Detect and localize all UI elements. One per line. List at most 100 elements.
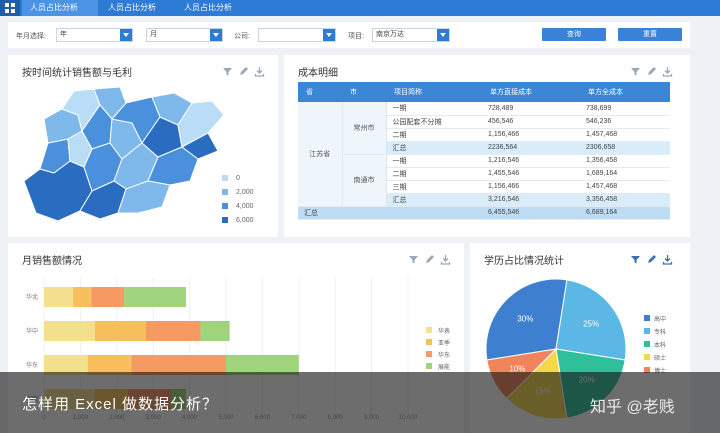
project-cell: 一期	[386, 102, 482, 116]
project-cell: 二期	[386, 167, 482, 181]
full-cost-cell: 1,689,164	[580, 167, 670, 181]
reset-button[interactable]: 重置	[618, 28, 682, 41]
legend-label: 6,000	[236, 216, 254, 224]
legend-swatch	[222, 217, 228, 223]
chevron-down-icon	[120, 29, 132, 41]
direct-cost-cell: 6,455,546	[482, 206, 580, 220]
edit-icon[interactable]	[424, 252, 435, 263]
province-cell: 江苏省	[298, 102, 343, 207]
bar-segment[interactable]	[200, 321, 230, 341]
legend-swatch	[426, 363, 432, 369]
table-row-total: 汇总 6,455,546 6,689,164	[298, 206, 670, 220]
legend-item: 0	[222, 171, 254, 185]
legend-swatch	[644, 354, 650, 360]
bar-segment[interactable]	[91, 287, 125, 307]
direct-cost-cell: 456,546	[482, 115, 580, 129]
company-select[interactable]	[258, 28, 336, 42]
edit-icon[interactable]	[646, 252, 657, 263]
city-cell: 常州市	[342, 102, 387, 155]
project-select-value: 南京万达	[376, 31, 404, 38]
year-select[interactable]: 年	[56, 28, 133, 42]
export-icon[interactable]	[662, 64, 673, 77]
category-label: 华东	[26, 361, 38, 369]
legend-label: 华东	[438, 351, 450, 359]
full-cost-cell: 546,236	[580, 115, 670, 129]
full-cost-cell: 3,356,458	[580, 193, 670, 207]
legend-label: 高中	[654, 315, 666, 323]
col-header-full-cost: 单方全成本	[580, 82, 670, 102]
col-header-project: 项目简称	[386, 82, 482, 102]
bar-panel-title: 月销售额情况	[22, 256, 82, 267]
export-icon[interactable]	[662, 252, 673, 265]
direct-cost-cell: 2236,564	[482, 141, 580, 155]
category-label: 华中	[26, 327, 38, 335]
city-cell: 南通市	[342, 154, 387, 207]
direct-cost-cell: 728,489	[482, 102, 580, 116]
month-select[interactable]: 月	[146, 28, 223, 42]
year-select-value: 年	[60, 31, 67, 38]
legend-swatch	[222, 189, 228, 195]
project-cell: 三期	[386, 180, 482, 194]
bar-segment[interactable]	[124, 287, 186, 307]
tab-personnel-1[interactable]: 人员占比分析	[22, 0, 98, 16]
map-panel-tools	[222, 64, 265, 77]
project-cell: 二期	[386, 128, 482, 142]
project-cell: 公园配套不分摊	[386, 115, 482, 129]
filter-bar: 年月选择: 年 月 公司: 项目: 南京万达 查询 重置	[8, 22, 690, 48]
export-icon[interactable]	[440, 252, 451, 265]
filter-icon[interactable]	[408, 252, 419, 264]
tab-personnel-2[interactable]: 人员占比分析	[100, 0, 176, 16]
total-label-cell: 汇总	[298, 206, 482, 220]
project-cell: 一期	[386, 154, 482, 168]
legend-label: 0	[236, 174, 240, 182]
col-header-city: 市	[342, 82, 386, 102]
filter-icon[interactable]	[630, 64, 641, 76]
legend-label: 华表	[438, 327, 450, 335]
cost-panel-title: 成本明细	[298, 68, 338, 79]
legend-swatch	[426, 351, 432, 357]
legend-label: 2,000	[236, 188, 254, 196]
cost-table: 省 市 项目简称 单方直接成本 单方全成本 江苏省 常州市 一期 728,489…	[298, 82, 670, 220]
project-label: 项目:	[348, 33, 364, 40]
col-header-province: 省	[298, 82, 342, 102]
project-cell: 汇总	[386, 193, 482, 207]
slice-value-label: 30%	[517, 314, 533, 323]
pie-panel-tools	[630, 252, 673, 265]
query-button[interactable]: 查询	[542, 28, 606, 41]
filter-icon[interactable]	[222, 64, 233, 76]
province-map	[23, 86, 225, 222]
col-header-direct-cost: 单方直接成本	[482, 82, 580, 102]
direct-cost-cell: 3,216,546	[482, 193, 580, 207]
full-cost-cell: 1,457,468	[580, 180, 670, 194]
caption-text: 怎样用 Excel 做数据分析？	[22, 396, 219, 413]
legend-swatch	[644, 341, 650, 347]
bar-segment[interactable]	[94, 321, 146, 341]
legend-item: 6,000	[222, 213, 254, 227]
bar-segment[interactable]	[145, 321, 201, 341]
export-icon[interactable]	[254, 64, 265, 77]
full-cost-cell: 2306,658	[580, 141, 670, 155]
month-select-value: 月	[150, 31, 157, 38]
bar-segment[interactable]	[44, 287, 74, 307]
legend-swatch	[426, 339, 432, 345]
legend-swatch	[644, 328, 650, 334]
map-panel-title: 按时间统计销售额与毛利	[22, 68, 132, 79]
full-cost-cell: 6,689,164	[580, 206, 670, 220]
table-row: 江苏省 常州市 一期 728,489 738,699	[298, 102, 670, 207]
edit-icon[interactable]	[238, 64, 249, 75]
company-label: 公司:	[234, 33, 250, 40]
map-panel: 按时间统计销售额与毛利 0 2,000 4,000 6,000	[8, 55, 278, 237]
tab-personnel-3[interactable]: 人员占比分析	[176, 0, 252, 16]
legend-label: 硕士	[654, 354, 666, 362]
edit-icon[interactable]	[646, 64, 657, 75]
filter-icon[interactable]	[630, 252, 641, 264]
app-grid-button[interactable]	[0, 0, 20, 16]
full-cost-cell: 1,356,458	[580, 154, 670, 168]
project-select[interactable]: 南京万达	[372, 28, 450, 42]
bar-segment[interactable]	[44, 321, 95, 341]
chevron-down-icon	[323, 29, 335, 41]
chevron-down-icon	[437, 29, 449, 41]
full-cost-cell: 1,457,468	[580, 128, 670, 142]
year-month-label: 年月选择:	[16, 33, 46, 40]
bar-segment[interactable]	[73, 287, 92, 307]
